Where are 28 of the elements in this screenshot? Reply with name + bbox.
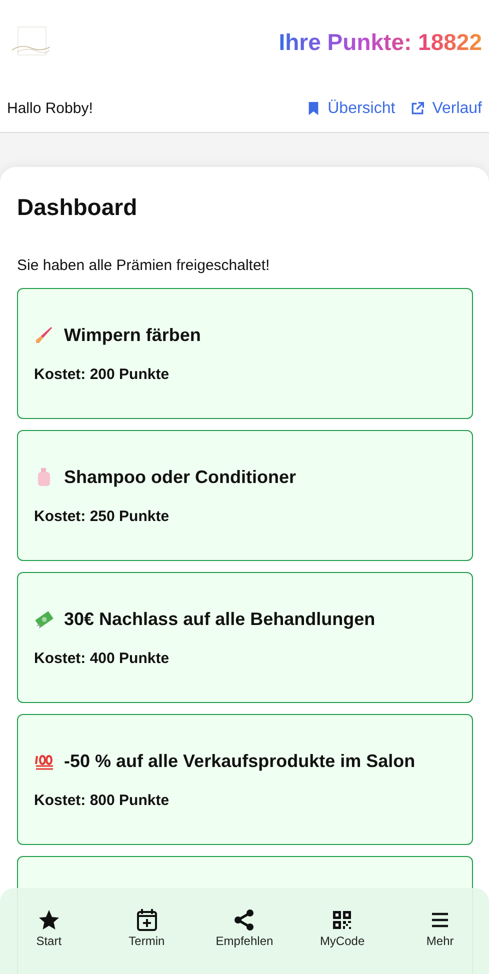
reward-card[interactable]: Shampoo oder Conditioner Kostet: 250 Punkte xyxy=(17,430,473,561)
reward-title: Wimpern färben xyxy=(64,324,201,346)
star-icon xyxy=(36,908,61,932)
calendar-add-icon xyxy=(134,908,159,932)
reward-cost: Kostet: 200 Punkte xyxy=(34,366,170,382)
reward-card[interactable]: 30€ Nachlass auf alle Behandlungen Kostet: 400 Punkte xyxy=(17,572,473,703)
reward-cost: Kostet: 250 Punkte xyxy=(34,508,170,524)
greeting: Hallo Robby! xyxy=(7,100,93,117)
nav-link[interactable]: Übersicht xyxy=(306,100,396,118)
status-message: Sie haben alle Prämien freigeschaltet! xyxy=(17,257,271,274)
nav-tab[interactable]: Termin xyxy=(106,908,187,948)
reward-card[interactable]: Wimpern färben Kostet: 200 Punkte xyxy=(17,288,473,419)
bookmark-icon xyxy=(306,101,320,116)
external-link-icon xyxy=(411,101,424,116)
share-icon xyxy=(232,908,256,932)
reward-title: Shampoo oder Conditioner xyxy=(64,466,296,488)
dashboard-title: Dashboard xyxy=(17,194,138,221)
reward-title: -50 % auf alle Verkaufsprodukte im Salon xyxy=(64,750,416,772)
brush-icon xyxy=(34,325,54,345)
nav-tab[interactable]: Empfehlen xyxy=(204,908,284,948)
reward-cost: Kostet: 400 Punkte xyxy=(34,650,170,666)
nav-tab[interactable]: Mehr xyxy=(400,908,480,948)
nav-tab[interactable]: MyCode xyxy=(302,908,382,948)
reward-card[interactable]: -50 % auf alle Verkaufsprodukte im Salon Kostet: 800 Punkte xyxy=(17,714,473,845)
reward-cost: Kostet: 800 Punkte xyxy=(34,792,170,808)
nav-tab[interactable]: Start xyxy=(8,908,89,948)
reward-title: 30€ Nachlass auf alle Behandlungen xyxy=(64,608,376,630)
nav-link[interactable]: Verlauf xyxy=(411,100,482,118)
